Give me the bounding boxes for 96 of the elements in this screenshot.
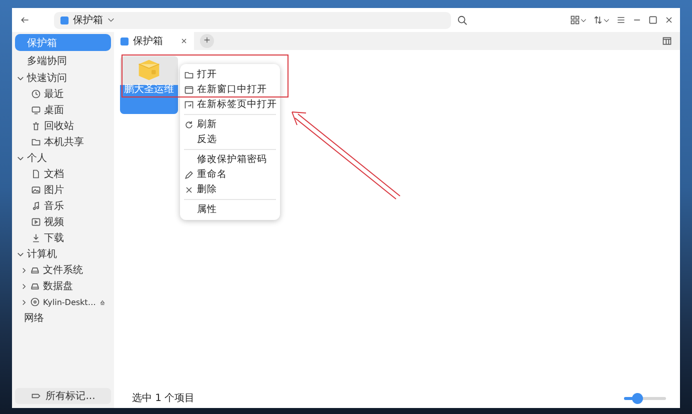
- chevron-icon: [21, 282, 27, 290]
- trash-icon: [31, 121, 41, 131]
- sort-icon: [593, 15, 603, 25]
- sidebar-item[interactable]: 图片: [15, 182, 111, 198]
- image-icon: [31, 185, 41, 195]
- sidebar-label: 最近: [44, 88, 64, 101]
- menu-item[interactable]: 删除: [180, 182, 280, 197]
- slider-thumb[interactable]: [632, 392, 643, 404]
- monitor-icon: [31, 105, 41, 115]
- status-text: 选中 1 个项目: [132, 392, 195, 405]
- box-icon: [60, 16, 69, 24]
- box-icon: [120, 36, 129, 46]
- plus-icon: [203, 36, 211, 44]
- maximize-button[interactable]: [648, 15, 658, 25]
- refresh-icon: [184, 120, 194, 130]
- sort-button[interactable]: [593, 15, 610, 25]
- search-icon: [457, 14, 468, 26]
- music-note-icon: [31, 201, 41, 211]
- sidebar-label: 图片: [44, 184, 64, 197]
- menu-item[interactable]: 重命名: [180, 167, 280, 182]
- sidebar-label: 本机共享: [44, 136, 84, 149]
- panel-toggle-button[interactable]: [662, 36, 672, 46]
- chevron-icon: [17, 154, 24, 162]
- disc-icon: [30, 297, 40, 307]
- sidebar-item[interactable]: 文档: [15, 166, 111, 182]
- search-button[interactable]: [457, 14, 468, 26]
- location-bar[interactable]: 保护箱: [54, 12, 451, 28]
- document-icon: [31, 169, 41, 179]
- sidebar-group[interactable]: 网络: [15, 310, 111, 326]
- menu-item[interactable]: 刷新: [180, 117, 280, 132]
- caret-icon: [107, 16, 115, 24]
- clock-icon: [31, 89, 41, 99]
- close-icon: [184, 184, 194, 194]
- new-tab-button[interactable]: [200, 34, 214, 48]
- back-arrow-icon: [20, 15, 30, 25]
- sidebar-item[interactable]: 音乐: [15, 198, 111, 214]
- menu-item[interactable]: 在新窗口中打开: [180, 82, 280, 97]
- folder-icon: [31, 137, 41, 147]
- sidebar-label: 回收站: [44, 120, 74, 133]
- tag-icon: [30, 391, 41, 401]
- sidebar-label: Kylin-Deskt…: [43, 298, 96, 306]
- chevron-icon: [17, 74, 24, 82]
- sidebar-item[interactable]: 回收站: [15, 118, 111, 134]
- menu-item[interactable]: 打开: [180, 67, 280, 82]
- sidebar-group[interactable]: 计算机: [15, 246, 111, 262]
- menu-item[interactable]: 在新标签页中打开: [180, 97, 280, 112]
- sidebar-item[interactable]: 下载: [15, 230, 111, 246]
- sidebar-item[interactable]: 视频: [15, 214, 111, 230]
- sidebar-item[interactable]: 文件系统: [15, 262, 111, 278]
- chevron-icon: [21, 266, 27, 274]
- sidebar-label: 数据盘: [43, 280, 73, 293]
- window-icon: [184, 84, 194, 94]
- close-icon: [180, 37, 188, 45]
- sidebar-item[interactable]: 数据盘: [15, 278, 111, 294]
- chevron-icon: [17, 250, 24, 258]
- maximize-icon: [648, 15, 658, 25]
- caret-icon: [580, 16, 587, 24]
- video-icon: [31, 217, 41, 227]
- tab[interactable]: 保护箱: [114, 32, 194, 50]
- sidebar-item[interactable]: 最近: [15, 86, 111, 102]
- sidebar-label: 文件系统: [43, 264, 83, 277]
- drive-icon: [30, 265, 40, 275]
- tab-label: 保护箱: [133, 34, 163, 48]
- sidebar-label: 音乐: [44, 200, 64, 213]
- close-button[interactable]: [664, 15, 674, 25]
- sidebar-label: 视频: [44, 216, 64, 229]
- view-mode-button[interactable]: [570, 15, 587, 25]
- sidebar-group[interactable]: 个人: [15, 150, 111, 166]
- sidebar-group[interactable]: 快速访问: [15, 70, 111, 86]
- grid-icon: [570, 15, 580, 25]
- vault-box-icon: [136, 59, 162, 81]
- sidebar-item[interactable]: Kylin-Deskt…: [15, 294, 111, 310]
- columns-icon: [662, 36, 672, 46]
- download-icon: [31, 233, 41, 243]
- file-name: 鹏大圣运维: [124, 84, 174, 96]
- all-tags-button[interactable]: 所有标记...: [15, 388, 111, 404]
- menu-button[interactable]: [616, 15, 626, 25]
- drive-icon: [30, 281, 40, 291]
- location-text: 保护箱: [73, 14, 103, 27]
- caret-icon: [603, 16, 610, 24]
- sidebar-item[interactable]: 本机共享: [15, 134, 111, 150]
- chevron-icon: [21, 298, 27, 306]
- close-icon: [664, 15, 674, 25]
- sidebar-label: 桌面: [44, 104, 64, 117]
- folder-icon: [184, 70, 194, 80]
- eject-icon[interactable]: [98, 298, 106, 306]
- sidebar-item[interactable]: 桌面: [15, 102, 111, 118]
- menu-icon: [616, 15, 626, 25]
- menu-item[interactable]: 属性: [180, 202, 280, 217]
- pencil-icon: [184, 170, 194, 180]
- sidebar-label: 下载: [44, 232, 64, 245]
- sidebar-label: 文档: [44, 168, 64, 181]
- tab-icon: [184, 100, 194, 110]
- menu-item[interactable]: 反选: [180, 132, 280, 147]
- sidebar-item[interactable]: 多端协同: [15, 52, 111, 69]
- menu-item[interactable]: 修改保护箱密码: [180, 152, 280, 167]
